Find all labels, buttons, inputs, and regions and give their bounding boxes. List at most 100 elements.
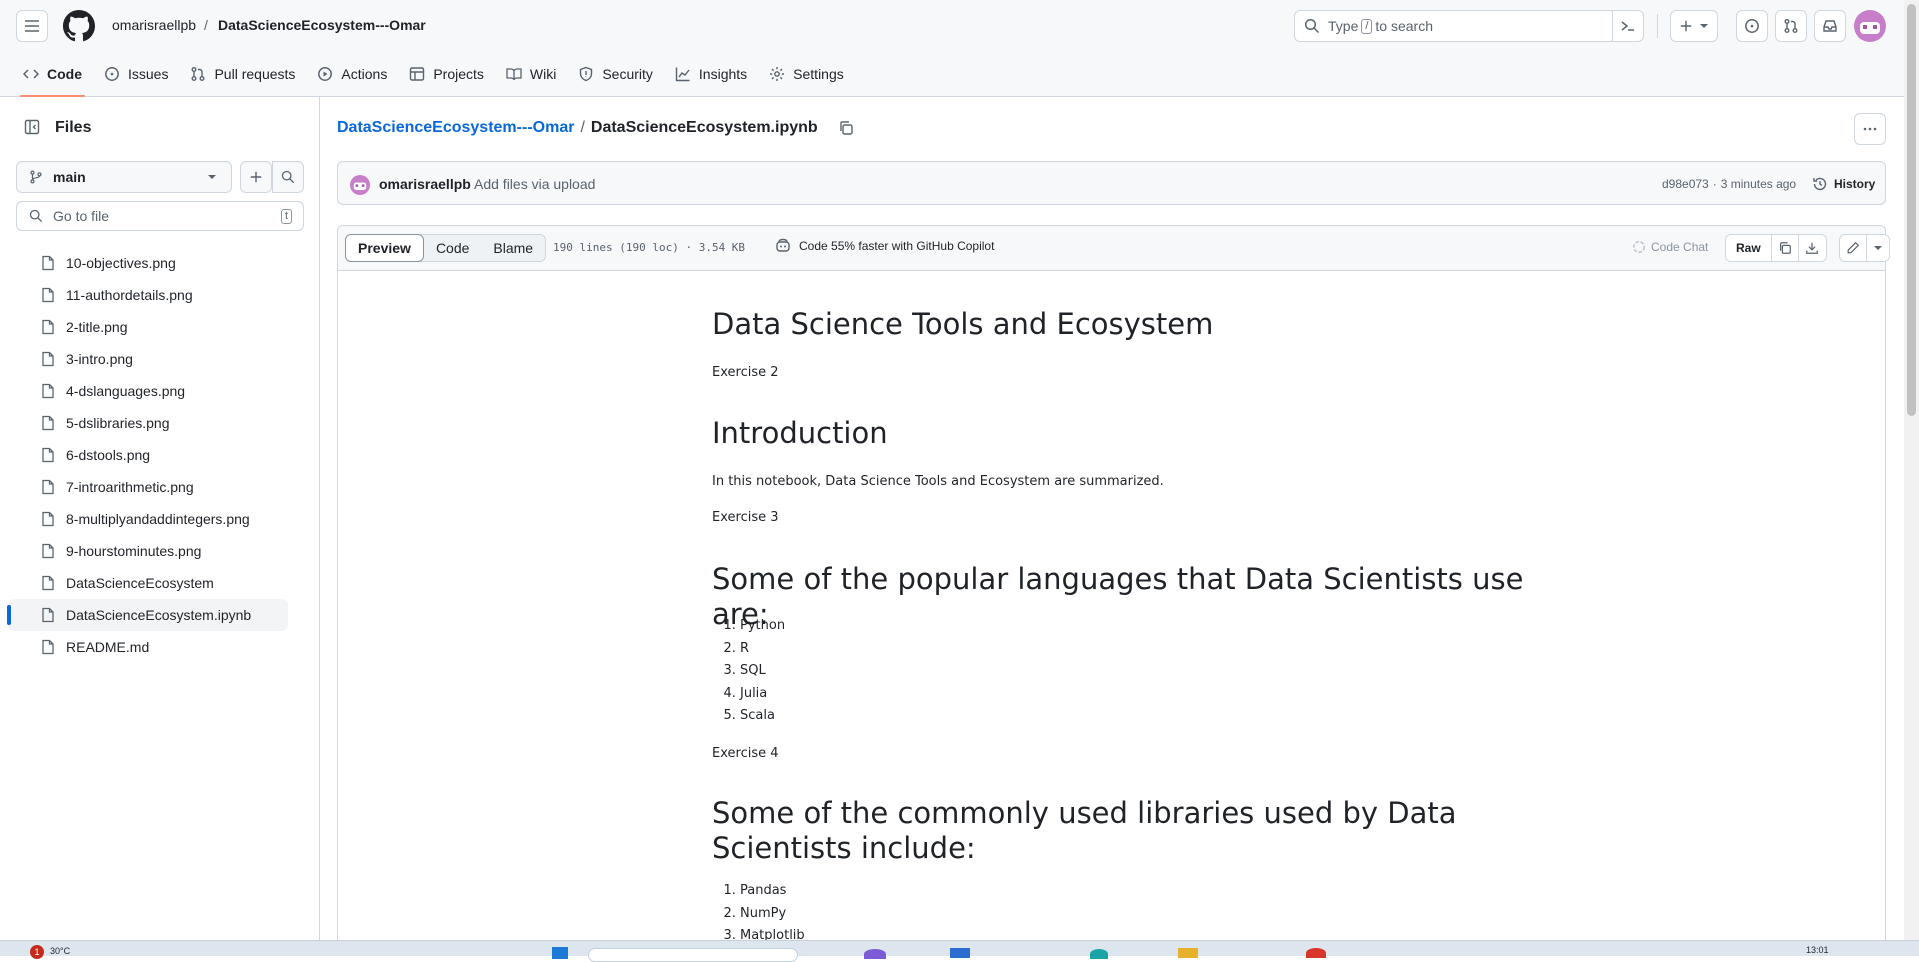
caret-down-icon (208, 175, 216, 179)
copy-icon[interactable] (838, 120, 854, 136)
command-palette-button[interactable] (1612, 10, 1644, 42)
file-tree-item[interactable]: 4-dslanguages.png (8, 375, 288, 407)
copilot-icon (776, 238, 790, 252)
branch-selector[interactable]: main (16, 161, 232, 193)
file-icon (42, 383, 54, 399)
repo-nav: Code Issues Pull requests Actions Projec… (12, 57, 855, 97)
language-item: Scala (740, 705, 785, 728)
file-icon (42, 415, 54, 431)
languages-list: PythonRSQLJuliaScala (712, 615, 785, 728)
tab-label: Code (47, 65, 82, 82)
commit-meta: d98e073 · 3 minutes ago (1662, 177, 1796, 191)
file-tree-item[interactable]: DataScienceEcosystem (8, 567, 288, 599)
tab-projects[interactable]: Projects (398, 57, 495, 90)
copy-raw-button[interactable] (1772, 235, 1799, 261)
chat-icon (1633, 241, 1645, 253)
inbox-icon (1823, 20, 1837, 32)
file-icon (42, 479, 54, 495)
file-tree-item[interactable]: 5-dslibraries.png (8, 407, 288, 439)
taskbar-app-icon[interactable] (1178, 948, 1198, 958)
file-tree-item[interactable]: 6-dstools.png (8, 439, 288, 471)
code-view-tab[interactable]: Code (424, 235, 481, 261)
github-logo-icon[interactable] (63, 10, 95, 42)
meta-dot: · (1712, 177, 1717, 191)
menu-button[interactable] (16, 10, 48, 42)
plus-icon (250, 171, 262, 183)
taskbar-app-icon[interactable] (1090, 949, 1108, 959)
language-item: R (740, 638, 785, 661)
language-item: Julia (740, 683, 785, 706)
file-tree-item[interactable]: DataScienceEcosystem.ipynb (7, 599, 288, 631)
blame-tab[interactable]: Blame (481, 235, 545, 261)
file-tree-item[interactable]: 8-multiplyandaddintegers.png (8, 503, 288, 535)
search-files-button[interactable] (272, 161, 304, 193)
avatar[interactable] (1854, 10, 1886, 42)
file-tree-sidebar: Files main Go to file t 10-objectives.pn… (0, 97, 320, 940)
file-toolbar: Preview Code Blame 190 lines (190 loc) ·… (338, 226, 1890, 271)
file-tree-item-label: 10-objectives.png (66, 255, 176, 271)
taskbar-app-icon[interactable] (950, 948, 970, 958)
tab-security[interactable]: Security (567, 57, 664, 90)
tab-issues[interactable]: Issues (93, 57, 179, 90)
taskbar-search[interactable] (588, 948, 798, 962)
language-item: SQL (740, 660, 785, 683)
file-tree-item[interactable]: 11-authordetails.png (8, 279, 288, 311)
file-tree-item[interactable]: 9-hourstominutes.png (8, 535, 288, 567)
copilot-promo[interactable]: Code 55% faster with GitHub Copilot (775, 238, 994, 254)
file-tree-item[interactable]: 10-objectives.png (8, 247, 288, 279)
search-placeholder-pre: Type (1328, 18, 1359, 34)
branch-icon (30, 170, 42, 184)
preview-tab[interactable]: Preview (345, 234, 424, 262)
edit-dropdown-button[interactable] (1867, 235, 1889, 261)
tab-settings[interactable]: Settings (758, 57, 855, 90)
exercise-4-label: Exercise 4 (712, 746, 779, 761)
search-input[interactable]: Type / to search (1294, 10, 1616, 42)
file-tree-item[interactable]: 7-introarithmetic.png (8, 471, 288, 503)
repo-link[interactable]: DataScienceEcosystem---Omar (218, 17, 426, 33)
file-tree-item[interactable]: 2-title.png (8, 311, 288, 343)
tab-actions[interactable]: Actions (306, 57, 398, 90)
scrollbar-thumb[interactable] (1907, 4, 1916, 416)
tab-code[interactable]: Code (12, 57, 93, 97)
pull-requests-button[interactable] (1775, 10, 1807, 42)
edit-button[interactable] (1840, 235, 1867, 261)
raw-button[interactable]: Raw (1726, 235, 1772, 261)
gear-icon (770, 66, 785, 81)
commit-author[interactable]: omarisraellpb (379, 176, 471, 192)
code-chat-button[interactable]: Code Chat (1632, 240, 1708, 254)
edit-group (1839, 234, 1890, 262)
taskbar-app-icon[interactable] (1306, 948, 1326, 958)
weather-temp[interactable]: 30°C (50, 946, 70, 956)
collapse-sidebar-button[interactable] (16, 111, 48, 143)
start-icon[interactable] (552, 947, 568, 959)
download-button[interactable] (1799, 235, 1826, 261)
file-tree-item-label: 3-intro.png (66, 351, 133, 367)
issue-icon (105, 66, 119, 81)
owner-link[interactable]: omarisraellpb (112, 17, 196, 33)
go-to-file-input[interactable]: Go to file t (16, 201, 304, 231)
tab-label: Settings (793, 65, 844, 82)
tab-label: Insights (698, 65, 748, 82)
file-tree-item-label: 6-dstools.png (66, 447, 151, 463)
library-item: NumPy (740, 903, 805, 926)
commit-sha[interactable]: d98e073 (1662, 177, 1709, 191)
libraries-list: PandasNumPyMatplotlib (712, 880, 805, 948)
file-tree-item[interactable]: 3-intro.png (8, 343, 288, 375)
file-tree-item[interactable]: README.md (8, 631, 288, 663)
add-file-button[interactable] (240, 161, 272, 193)
inbox-button[interactable] (1814, 10, 1846, 42)
taskbar-app-icon[interactable] (864, 949, 886, 959)
commit-message[interactable]: Add files via upload (474, 176, 595, 192)
language-item: Python (740, 615, 785, 638)
create-new-button[interactable] (1670, 10, 1718, 42)
page-scrollbar[interactable] (1904, 0, 1919, 940)
issues-button[interactable] (1736, 10, 1768, 42)
tab-pull-requests[interactable]: Pull requests (179, 57, 306, 90)
tab-insights[interactable]: Insights (664, 57, 758, 90)
tab-wiki[interactable]: Wiki (495, 57, 567, 90)
commit-author-avatar (350, 175, 370, 195)
more-options-button[interactable] (1854, 113, 1886, 145)
breadcrumb-repo-link[interactable]: DataScienceEcosystem---Omar (337, 119, 574, 137)
search-placeholder-post: to search (1375, 18, 1434, 34)
history-button[interactable]: History (1804, 168, 1883, 200)
